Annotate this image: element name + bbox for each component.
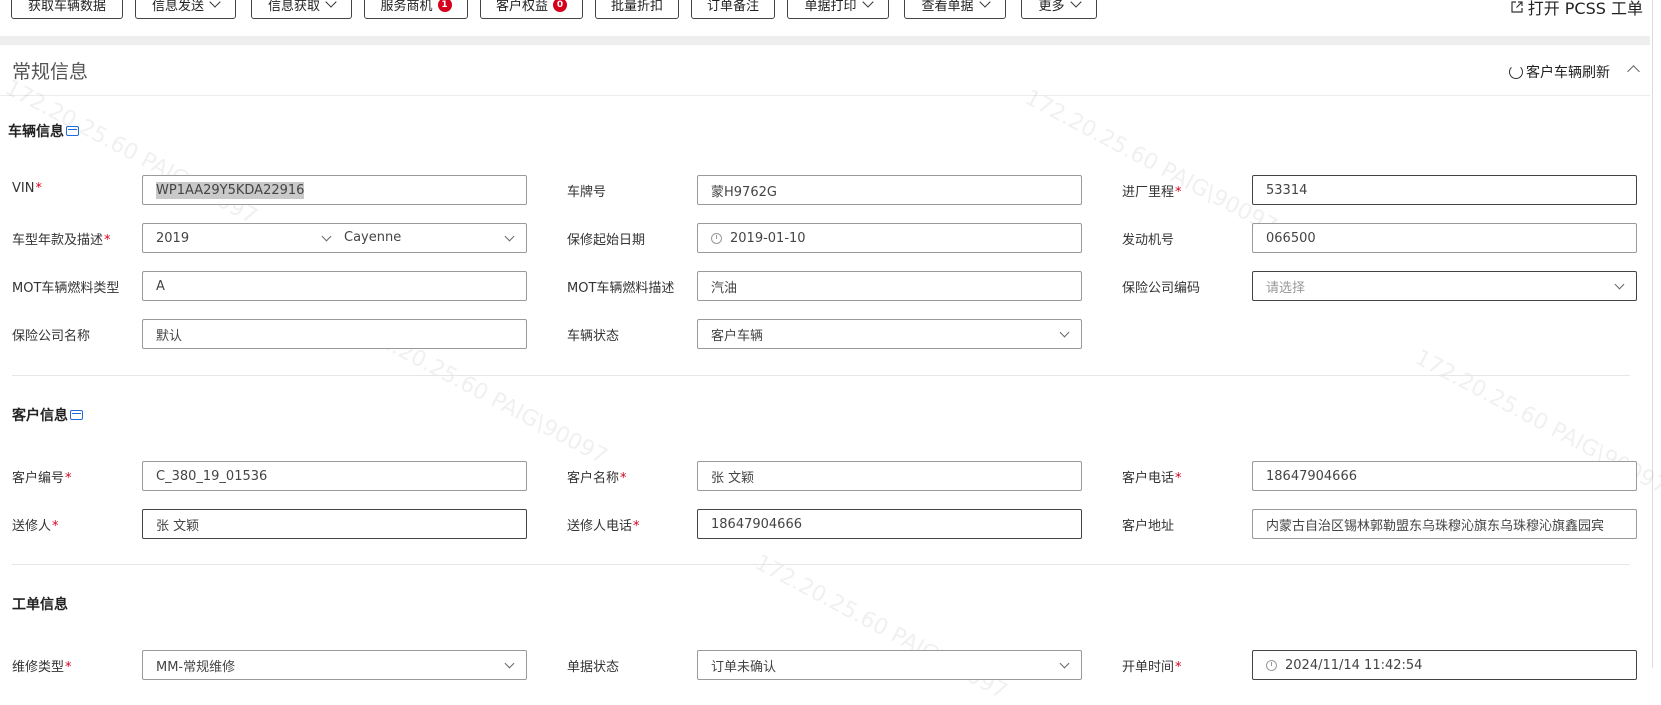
vehicle-info-title: 车辆信息 [8,121,79,141]
watermark: 172.20.25.60 PAIG\90097 [750,550,1012,705]
vehicle-status-select[interactable]: 客户车辆 [697,319,1082,349]
warranty-date-input[interactable]: 2019-01-10 [697,223,1082,253]
insurance-name-label: 保险公司名称 [12,329,91,344]
customer-rights-button[interactable]: 客户权益 0 [480,0,583,19]
doc-status-select[interactable]: 订单未确认 [697,650,1082,680]
info-get-button[interactable]: 信息获取 [251,0,352,19]
mileage-input[interactable]: 53314 [1252,175,1637,205]
model-label: 车型年款及描述* [12,233,111,248]
doc-print-button[interactable]: 单据打印 [787,0,889,19]
model-select[interactable]: 2019 Cayenne [142,223,527,253]
info-send-button[interactable]: 信息发送 [135,0,236,19]
chevron-up-icon[interactable] [1627,65,1640,78]
customer-name-label: 客户名称* [567,471,627,486]
vin-input[interactable]: WP1AA29Y5KDA22916 [142,175,527,205]
customer-address-label: 客户地址 [1122,519,1175,534]
section-title: 常规信息 [12,61,89,83]
mileage-label: 进厂里程* [1122,185,1182,200]
customer-info-title: 客户信息 [12,405,83,425]
sender-input[interactable]: 张 文颖 [142,509,527,539]
watermark: 172.20.25.60 PAIG\90097 [0,75,262,230]
toolbar-separator [0,36,1650,45]
customer-id-input[interactable]: C_380_19_01536 [142,461,527,491]
sender-phone-label: 送修人电话* [567,519,640,534]
repair-type-label: 维修类型* [12,660,72,675]
customer-phone-label: 客户电话* [1122,471,1182,486]
mot-fuel-type-input[interactable]: A [142,271,527,301]
order-info-title: 工单信息 [12,597,68,613]
refresh-icon [1509,65,1523,79]
order-remark-button[interactable]: 订单备注 [691,0,775,19]
insurance-code-label: 保险公司编码 [1122,281,1201,296]
mot-fuel-desc-input[interactable]: 汽油 [697,271,1082,301]
engine-input[interactable]: 066500 [1252,223,1637,253]
customer-id-label: 客户编号* [12,471,72,486]
card-icon[interactable] [66,126,79,136]
sender-label: 送修人* [12,519,59,534]
batch-discount-button[interactable]: 批量折扣 [595,0,679,19]
chevron-down-icon [978,0,991,8]
clock-icon [711,232,722,244]
chevron-down-icon [325,0,337,8]
clock-icon [1266,659,1277,671]
get-vehicle-data-button[interactable]: 获取车辆数据 [11,0,123,19]
vehicle-status-label: 车辆状态 [567,329,620,344]
mot-fuel-desc-label: MOT车辆燃料描述 [567,281,675,296]
chevron-down-icon [861,0,874,8]
chevron-down-icon [504,231,515,242]
watermark: 172.20.25.60 PAIG\90097 [1020,85,1282,240]
customer-name-input[interactable]: 张 文颖 [697,461,1082,491]
count-badge: 1 [437,0,452,12]
divider [12,375,1630,376]
count-badge: 0 [553,0,567,12]
customer-address-input[interactable]: 内蒙古自治区锡林郭勒盟东乌珠穆沁旗东乌珠穆沁旗鑫园宾 [1252,509,1637,539]
external-link-icon [1511,1,1523,13]
plate-input[interactable]: 蒙H9762G [697,175,1082,205]
open-time-input[interactable]: 2024/11/14 11:42:54 [1252,650,1637,680]
chevron-down-icon [1059,658,1070,669]
engine-label: 发动机号 [1122,233,1175,248]
refresh-customer-vehicle-button[interactable]: 客户车辆刷新 [1509,62,1610,82]
chevron-down-icon [1614,279,1625,290]
scrollbar-track[interactable] [1652,0,1653,668]
chevron-down-icon [209,0,221,8]
toolbar: 获取车辆数据 信息发送 信息获取 服务商机 1 客户权益 0 批量折扣 订单备注 单… [0,0,1661,36]
chevron-down-icon [1069,0,1082,8]
chevron-down-icon [504,658,515,669]
insurance-code-select[interactable]: 请选择 [1252,271,1637,301]
mot-fuel-type-label: MOT车辆燃料类型 [12,281,120,296]
warranty-label: 保修起始日期 [567,233,646,248]
chevron-down-icon [1059,327,1070,338]
view-doc-button[interactable]: 查看单据 [904,0,1006,19]
sender-phone-input[interactable]: 18647904666 [697,509,1082,539]
open-pcss-link[interactable]: 打开 PCSS 工单 [1510,0,1643,19]
more-button[interactable]: 更多 [1021,0,1097,19]
insurance-name-input[interactable]: 默认 [142,319,527,349]
doc-status-label: 单据状态 [567,660,620,675]
service-opportunity-button[interactable]: 服务商机 1 [364,0,468,19]
vin-label: VIN* [12,181,42,196]
card-icon[interactable] [70,410,83,420]
plate-label: 车牌号 [567,185,607,200]
open-time-label: 开单时间* [1122,660,1182,675]
repair-type-select[interactable]: MM-常规维修 [142,650,527,680]
chevron-down-icon [321,231,332,242]
divider [12,564,1630,565]
section-header: 常规信息 客户车辆刷新 [0,45,1650,96]
customer-phone-input[interactable]: 18647904666 [1252,461,1637,491]
